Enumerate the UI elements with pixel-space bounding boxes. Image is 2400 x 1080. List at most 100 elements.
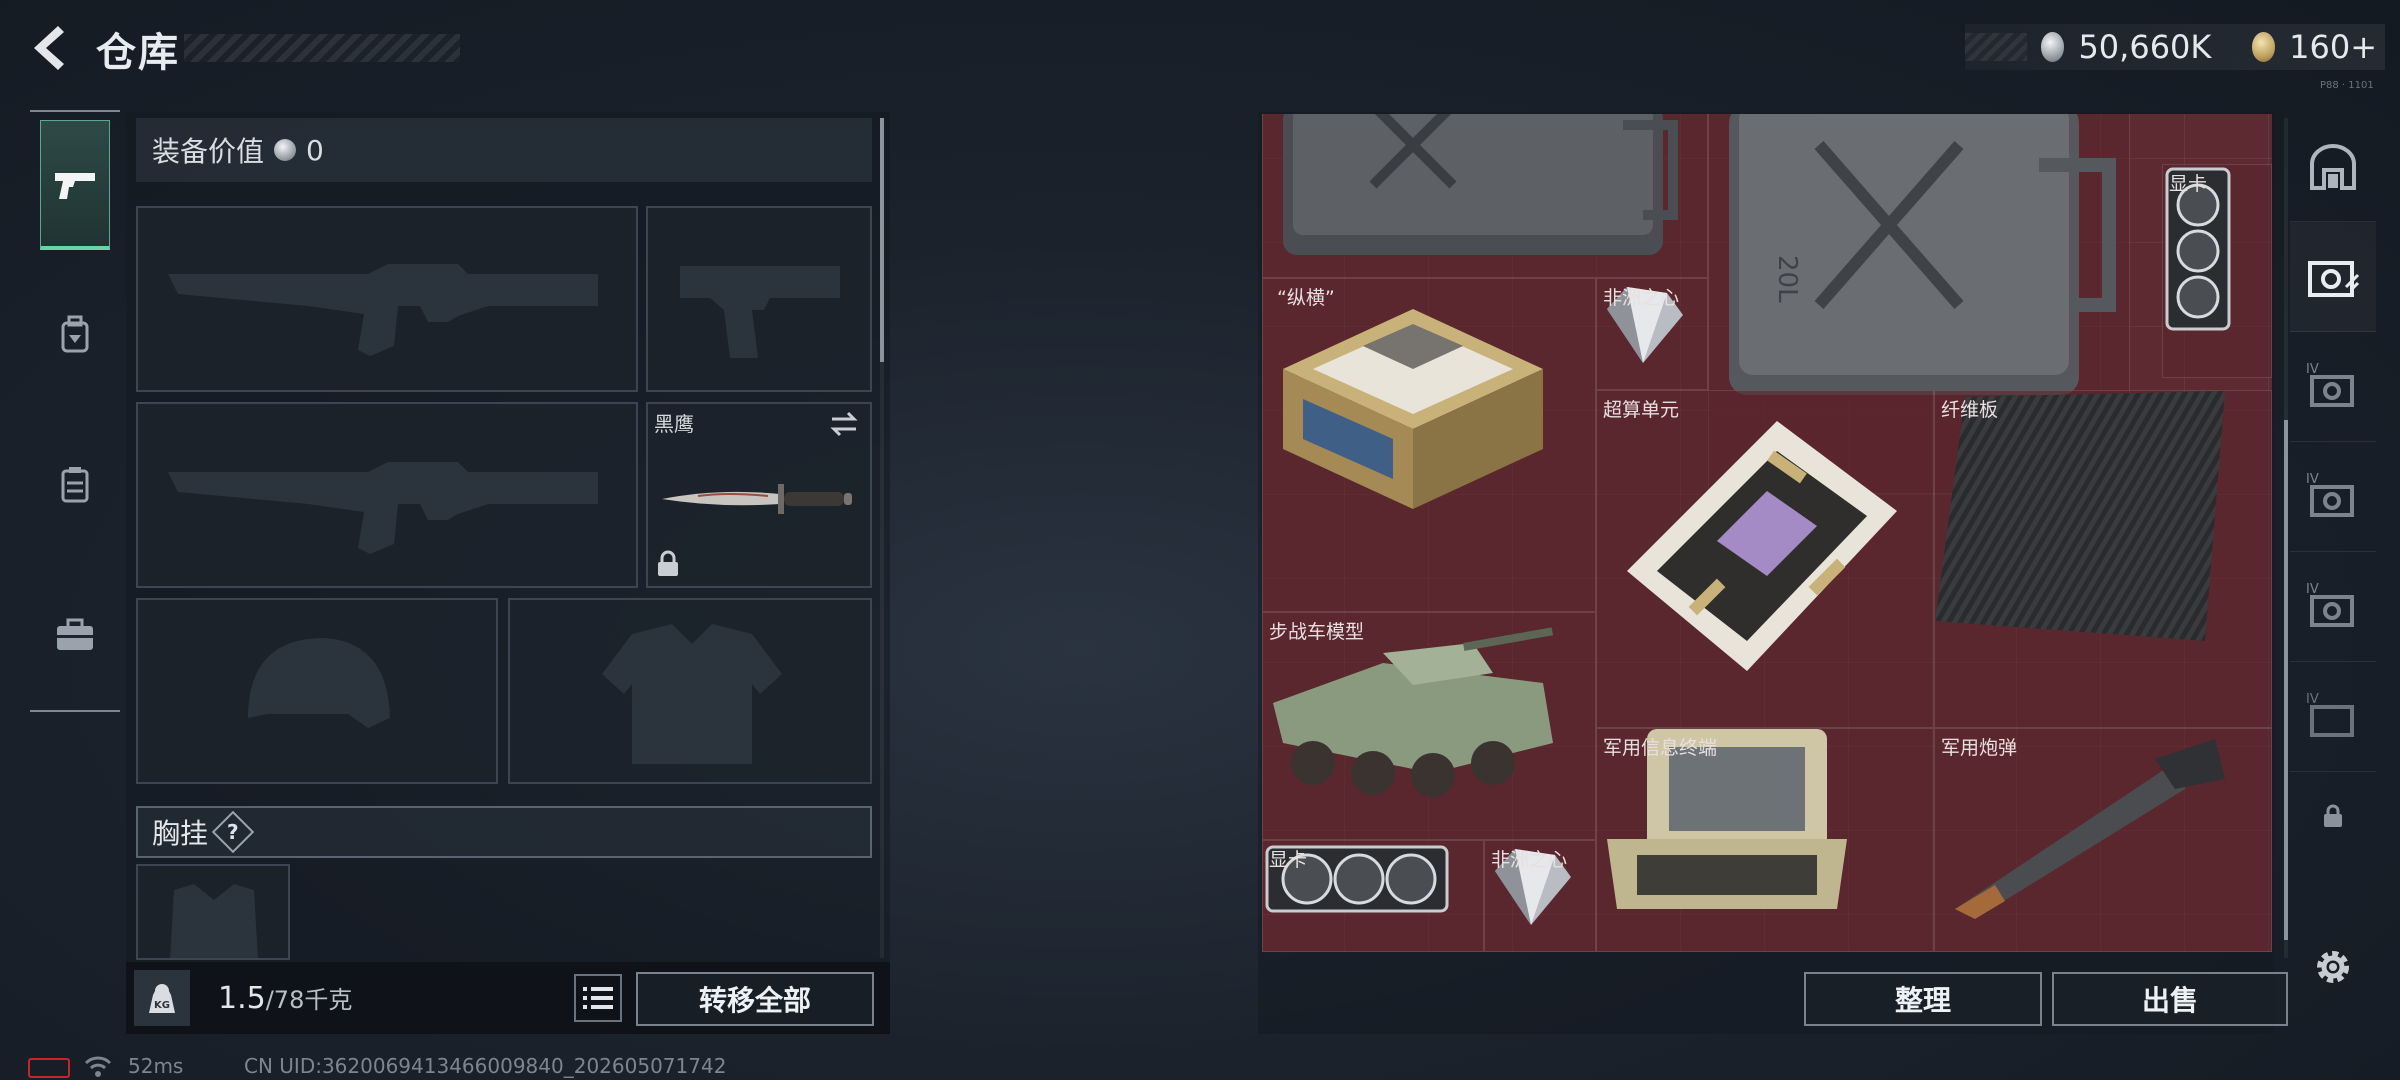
secondary-weapon-slot[interactable]	[136, 402, 638, 588]
battery-icon	[28, 1058, 70, 1078]
item-label: 军用炮弹	[1941, 737, 2018, 759]
svg-text:KG: KG	[154, 1000, 170, 1011]
chest-rig-silhouette-icon	[170, 884, 258, 958]
svg-text:IV: IV	[2306, 472, 2319, 487]
svg-text:IV: IV	[2306, 362, 2319, 377]
sell-button[interactable]: 出售	[2052, 972, 2288, 1026]
item-label: 步战车模型	[1269, 621, 1365, 643]
currency-secondary[interactable]: 160+	[2289, 28, 2377, 66]
swap-icon[interactable]	[828, 410, 860, 438]
storage-item-carbon-fiber[interactable]: 纤维板	[1934, 390, 2272, 728]
lock-icon	[658, 550, 678, 576]
sidearm-slot[interactable]	[646, 206, 872, 392]
gear-icon	[2317, 951, 2349, 983]
chess-set-icon	[1283, 309, 1543, 509]
carbon-fiber-icon	[1935, 391, 2225, 641]
pistol-silhouette-icon	[680, 266, 840, 358]
item-label: 非洲之心	[1603, 287, 1680, 309]
rnav-item-safe-box[interactable]	[2290, 222, 2376, 332]
server-board-icon	[1627, 421, 1897, 671]
storage-item-diamond[interactable]: 非洲之心	[1596, 278, 1708, 390]
left-nav	[30, 110, 120, 712]
storage-tier-icon: IV	[2306, 362, 2354, 407]
rnav-item-storage-tier[interactable]: IV	[2290, 662, 2376, 772]
helmet-slot[interactable]	[136, 598, 498, 784]
body-armor-silhouette-icon	[602, 624, 782, 764]
user-uid: CN UID:3620069413466009840_202605071742	[244, 1054, 727, 1078]
currency-decoration	[1965, 33, 2028, 61]
chevron-left-icon	[34, 26, 64, 70]
storage-tier-icon: IV	[2306, 692, 2354, 737]
melee-slot[interactable]: 黑鹰	[646, 402, 872, 588]
storage-item-server-board[interactable]: 超算单元	[1596, 390, 1934, 728]
storage-item-ifv-model[interactable]: 步战车模型	[1262, 612, 1596, 840]
storage-item-graphics-card[interactable]: 显卡	[2162, 164, 2272, 378]
storage-item-jerrycan[interactable]	[1262, 114, 1708, 278]
storage-item-diamond[interactable]: 非洲之心	[1484, 840, 1596, 952]
nav-divider	[30, 110, 120, 112]
svg-text:IV: IV	[2306, 582, 2319, 597]
storage-tier-icon: IV	[2306, 472, 2354, 517]
silver-coin-icon	[2041, 32, 2065, 62]
chest-rig-header: 胸挂 ?	[136, 806, 872, 858]
svg-text:IV: IV	[2306, 692, 2319, 707]
jerrycan-icon	[1283, 114, 1678, 255]
nav-item-weapons[interactable]	[40, 120, 110, 250]
equipment-value: 装备价值 0	[136, 118, 872, 182]
combat-knife-icon	[662, 484, 852, 514]
rnav-item-storage-tier[interactable]: IV	[2290, 332, 2376, 442]
item-label: “纵横”	[1277, 287, 1335, 309]
nav-item-case[interactable]	[40, 570, 110, 700]
sort-button[interactable]: 整理	[1804, 972, 2042, 1026]
nav-item-gear[interactable]	[40, 270, 110, 400]
weight-icon: KG	[134, 970, 190, 1026]
item-label: 显卡	[2169, 173, 2208, 195]
equipment-scroll-thumb[interactable]	[880, 118, 884, 362]
backpack-icon	[61, 315, 89, 353]
chest-rig-slot[interactable]	[136, 864, 290, 960]
currency-primary: 50,660K	[2078, 28, 2212, 66]
rnav-item-locked[interactable]	[2290, 786, 2376, 846]
storage-item-chess-set[interactable]: “纵横”	[1262, 278, 1596, 612]
storage-grid: 20L 显卡 “纵横” 非洲之心 超算单元 纤维板 步战车模型 军用信息终端 军…	[1262, 114, 2272, 952]
list-icon	[583, 987, 613, 1009]
item-label: 超算单元	[1603, 399, 1680, 421]
nav-item-chest-rig[interactable]	[40, 420, 110, 550]
item-label: 显卡	[1269, 849, 1308, 871]
rifle-silhouette-icon	[168, 264, 598, 356]
list-view-button[interactable]	[574, 974, 622, 1022]
version-mark: P88 · 1101	[2320, 80, 2374, 91]
storage-nav: IV IV IV IV	[2290, 112, 2376, 1034]
storage-item-military-terminal[interactable]: 军用信息终端	[1596, 728, 1934, 952]
wifi-icon	[84, 1056, 112, 1077]
chest-rig-label: 胸挂	[152, 817, 209, 850]
equipment-value-amount: 0	[306, 133, 324, 167]
pistol-icon	[55, 172, 95, 199]
storage-scroll-thumb[interactable]	[2284, 420, 2288, 940]
nav-divider	[30, 710, 120, 712]
settings-button[interactable]	[2290, 922, 2376, 1012]
transfer-all-button[interactable]: 转移全部	[636, 972, 874, 1026]
title-decoration	[184, 34, 460, 62]
svg-text:20L: 20L	[1772, 255, 1802, 303]
armor-slot[interactable]	[508, 598, 872, 784]
rnav-item-storage-tier[interactable]: IV	[2290, 552, 2376, 662]
back-button[interactable]	[28, 22, 72, 74]
briefcase-icon	[57, 618, 93, 650]
rnav-item-warehouse[interactable]	[2290, 112, 2376, 222]
rifle-silhouette-icon	[168, 462, 598, 554]
weight-readout: 1.5/78千克	[218, 980, 352, 1016]
safe-box-icon	[2308, 260, 2360, 297]
item-label: 军用信息终端	[1603, 737, 1718, 759]
helmet-silhouette-icon	[248, 638, 390, 728]
lock-icon	[2324, 804, 2342, 827]
help-icon[interactable]: ?	[211, 810, 255, 854]
storage-item-artillery-shell[interactable]: 军用炮弹	[1934, 728, 2272, 952]
weight-max: /78千克	[265, 986, 353, 1014]
rnav-item-storage-tier[interactable]: IV	[2290, 442, 2376, 552]
primary-weapon-slot[interactable]	[136, 206, 638, 392]
equipment-value-label: 装备价值	[152, 135, 265, 168]
vest-icon	[61, 467, 89, 503]
storage-item-graphics-card[interactable]: 显卡	[1262, 840, 1484, 952]
silver-coin-icon	[274, 139, 297, 161]
